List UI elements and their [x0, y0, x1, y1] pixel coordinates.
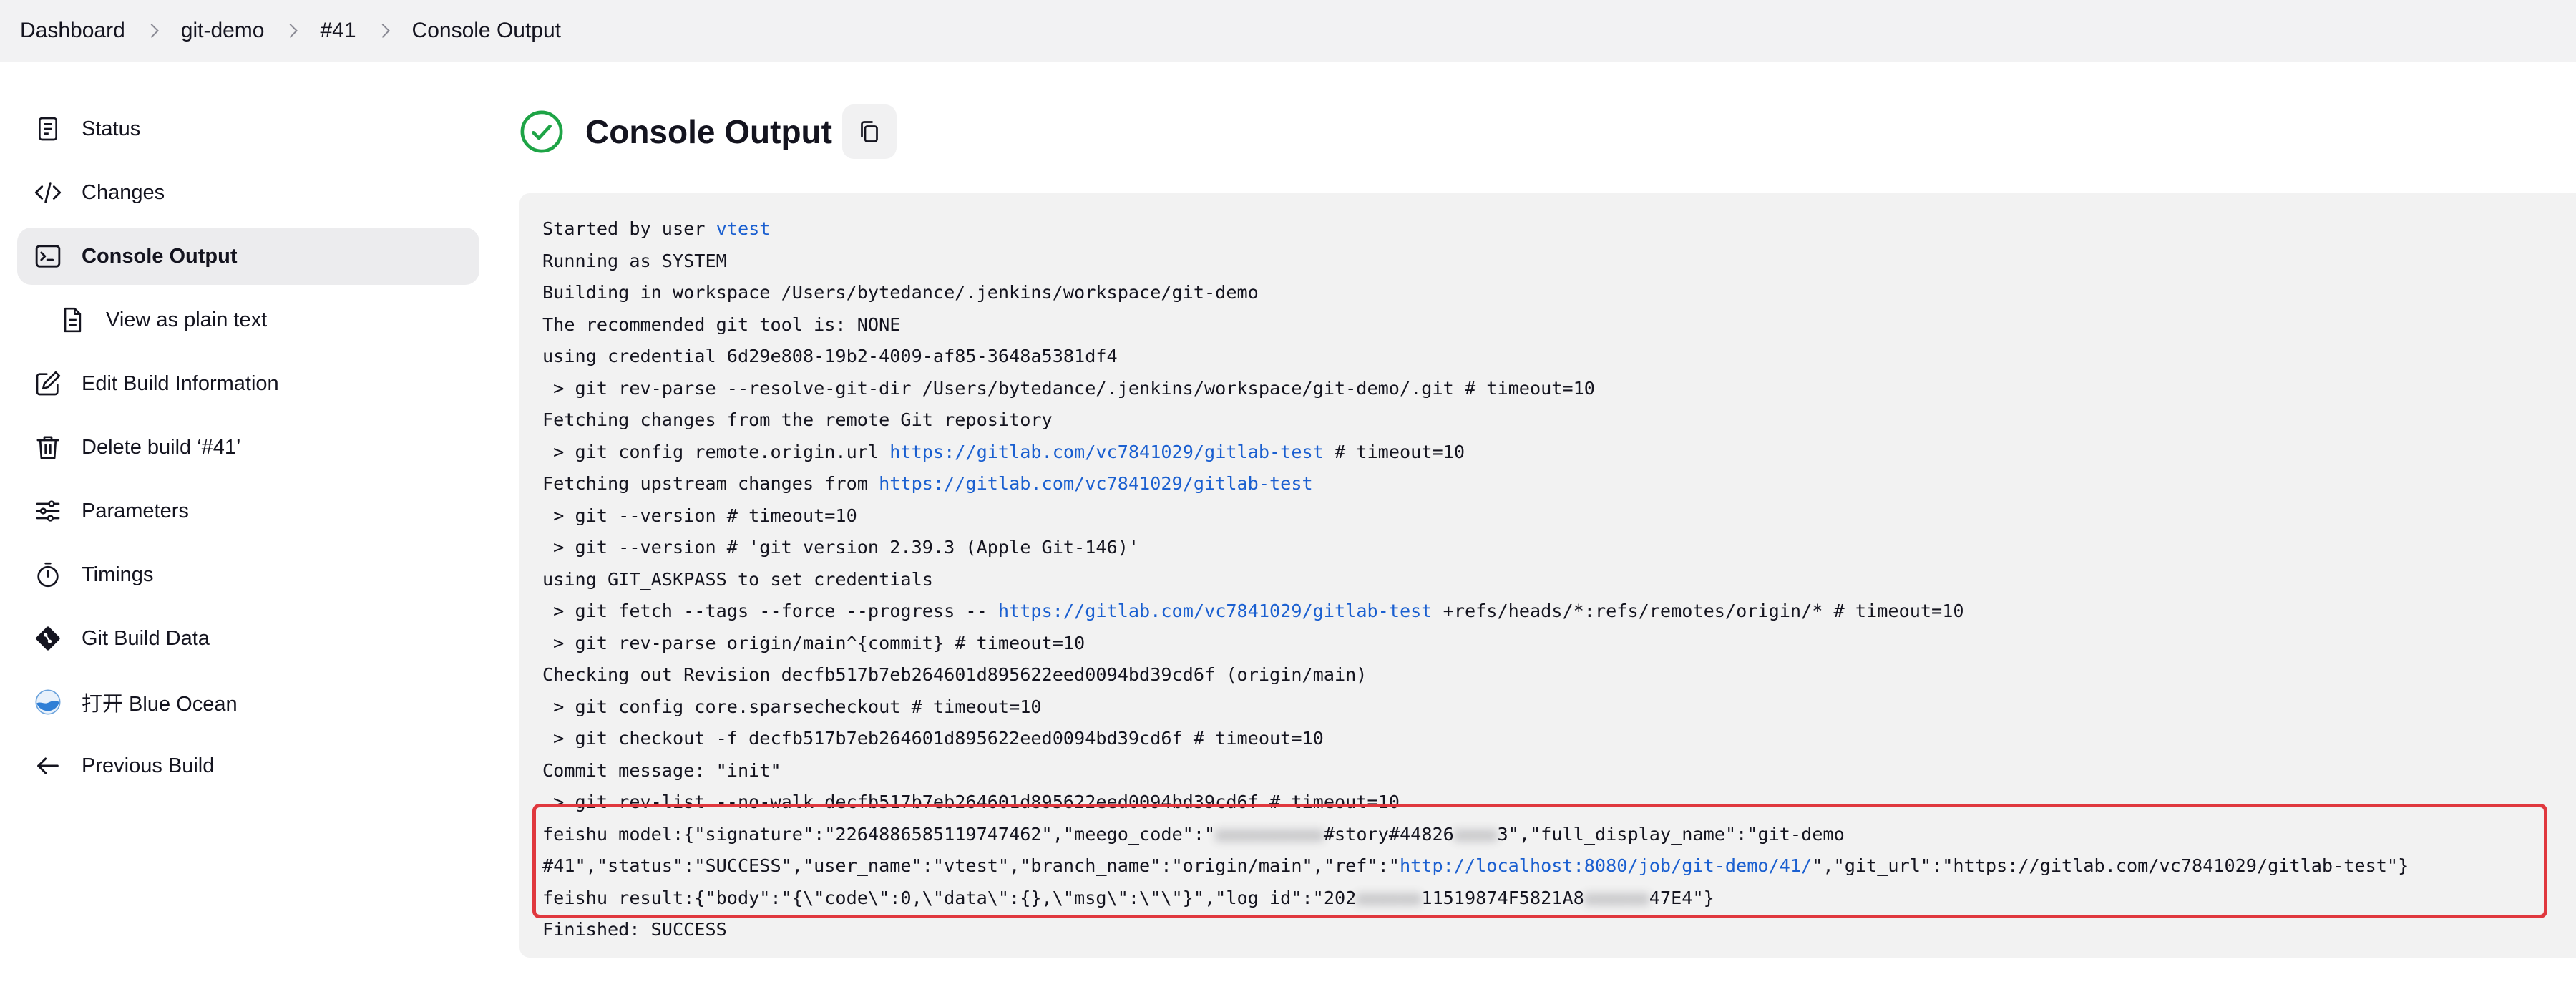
sidebar-item-label: Parameters	[82, 499, 189, 522]
terminal-icon	[31, 240, 64, 273]
console-line: > git rev-parse --resolve-git-dir /Users…	[542, 377, 1595, 399]
redacted-text: xxxxxx	[1584, 887, 1649, 908]
copy-icon	[861, 121, 878, 142]
copy-button[interactable]	[841, 104, 897, 159]
console-line: > git --version # 'git version 2.39.3 (A…	[542, 537, 1140, 558]
success-check-icon	[519, 110, 564, 154]
sidebar-item-parameters[interactable]: Parameters	[17, 482, 479, 540]
edit-icon	[31, 367, 64, 400]
sidebar-item-label: Git Build Data	[82, 626, 210, 650]
sidebar-item-label: 打开 Blue Ocean	[82, 693, 238, 716]
sidebar-item-label: Edit Build Information	[82, 371, 279, 395]
console-line: feishu model:{"signature":"2264886585119…	[542, 823, 1216, 845]
page-title: Console Output	[585, 113, 832, 150]
repo-link[interactable]: https://gitlab.com/vc7841029/gitlab-test	[879, 473, 1313, 494]
console-line: ","git_url":"https://gitlab.com/vc784102…	[1812, 855, 2409, 876]
sliders-icon	[31, 495, 64, 527]
console-line: 11519874F5821A8	[1421, 887, 1584, 908]
page-header: Console Output	[519, 104, 897, 159]
console-line: using GIT_ASKPASS to set credentials	[542, 568, 933, 590]
console-line: > git config core.sparsecheckout # timeo…	[542, 696, 1042, 717]
sidebar-item-label: Changes	[82, 180, 165, 204]
console-line: feishu result:{"body":"{\"code\":0,\"dat…	[542, 887, 1357, 908]
console-line: > git rev-parse origin/main^{commit} # t…	[542, 632, 1085, 653]
console-line: 47E4"}	[1649, 887, 1714, 908]
stopwatch-icon	[31, 558, 64, 591]
sidebar-item-previous-build[interactable]: Previous Build	[17, 737, 479, 794]
sidebar-item-label: Console Output	[82, 244, 238, 268]
sidebar-item-git-build-data[interactable]: Git Build Data	[17, 610, 479, 667]
sidebar-item-label: Previous Build	[82, 754, 215, 777]
console-line: > git --version # timeout=10	[542, 505, 857, 526]
console-line: > git rev-list --no-walk decfb517b7eb264…	[542, 792, 1400, 812]
sidebar-item-label: Delete build ‘#41’	[82, 435, 241, 459]
sidebar-item-blue-ocean[interactable]: 打开 Blue Ocean	[17, 674, 479, 731]
redacted-text: xxxxxxxxxx	[1215, 823, 1324, 845]
sidebar-item-changes[interactable]: Changes	[17, 164, 479, 221]
sidebar-item-timings[interactable]: Timings	[17, 546, 479, 603]
sidebar-item-label: View as plain text	[106, 308, 268, 331]
chevron-right-icon	[144, 24, 159, 38]
console-line: #story#44826	[1323, 823, 1454, 845]
breadcrumb: Dashboard git-demo #41 Console Output	[0, 19, 561, 43]
breadcrumb-bar: Dashboard git-demo #41 Console Output	[0, 0, 2576, 62]
console-line: Building in workspace /Users/bytedance/.…	[542, 282, 1259, 303]
breadcrumb-console-output[interactable]: Console Output	[412, 19, 561, 43]
console-line: using credential 6d29e808-19b2-4009-af85…	[542, 346, 1118, 366]
repo-link[interactable]: https://gitlab.com/vc7841029/gitlab-test	[889, 442, 1324, 462]
console-line: Finished: SUCCESS	[542, 919, 727, 940]
trash-icon	[31, 431, 64, 464]
sidebar-item-label: Timings	[82, 563, 154, 586]
console-line: Fetching upstream changes from	[542, 473, 879, 494]
sidebar-item-status[interactable]: Status	[17, 100, 479, 157]
console-line: Started by user	[542, 218, 716, 239]
sidebar-item-edit-build-information[interactable]: Edit Build Information	[17, 355, 479, 412]
console-log: Started by user vtest Running as SYSTEM …	[542, 213, 2409, 946]
build-link[interactable]: http://localhost:8080/job/git-demo/41/	[1400, 855, 1812, 876]
console-line: The recommended git tool is: NONE	[542, 313, 901, 335]
blue-ocean-icon	[31, 686, 64, 719]
user-link[interactable]: vtest	[716, 218, 771, 239]
console-line: > git fetch --tags --force --progress --	[542, 600, 998, 621]
chevron-right-icon	[375, 24, 390, 38]
sidebar-item-console-output[interactable]: Console Output	[17, 228, 479, 285]
breadcrumb-dashboard[interactable]: Dashboard	[20, 19, 125, 43]
text-file-icon	[56, 303, 89, 336]
console-line: Checking out Revision decfb517b7eb264601…	[542, 664, 1367, 685]
console-output-panel: Started by user vtest Running as SYSTEM …	[519, 193, 2576, 958]
sidebar-item-delete-build[interactable]: Delete build ‘#41’	[17, 419, 479, 476]
console-line: Fetching changes from the remote Git rep…	[542, 409, 1053, 430]
sidebar-item-view-plain-text[interactable]: View as plain text	[17, 291, 479, 349]
code-icon	[31, 176, 64, 209]
breadcrumb-job[interactable]: git-demo	[181, 19, 265, 43]
console-line: Commit message: "init"	[542, 759, 781, 781]
console-line: +refs/heads/*:refs/remotes/origin/* # ti…	[1432, 600, 1964, 621]
redacted-text: xxxx	[1453, 823, 1498, 845]
document-icon	[31, 112, 64, 145]
redacted-text: xxxxxx	[1356, 887, 1422, 908]
console-line: Running as SYSTEM	[542, 250, 727, 271]
chevron-right-icon	[283, 24, 298, 38]
repo-link[interactable]: https://gitlab.com/vc7841029/gitlab-test	[998, 600, 1433, 621]
console-line: 3","full_display_name":"git-demo	[1497, 823, 1845, 845]
git-icon	[31, 622, 64, 655]
sidebar-item-label: Status	[82, 117, 141, 140]
console-line: > git config remote.origin.url	[542, 441, 890, 462]
console-line: # timeout=10	[1323, 441, 1465, 462]
breadcrumb-build[interactable]: #41	[320, 19, 356, 43]
sidebar: Status Changes Console Output View as pl…	[17, 100, 479, 801]
console-line: > git checkout -f decfb517b7eb264601d895…	[542, 728, 1324, 749]
console-line: #41","status":"SUCCESS","user_name":"vte…	[542, 855, 1400, 876]
arrow-left-icon	[31, 749, 64, 782]
